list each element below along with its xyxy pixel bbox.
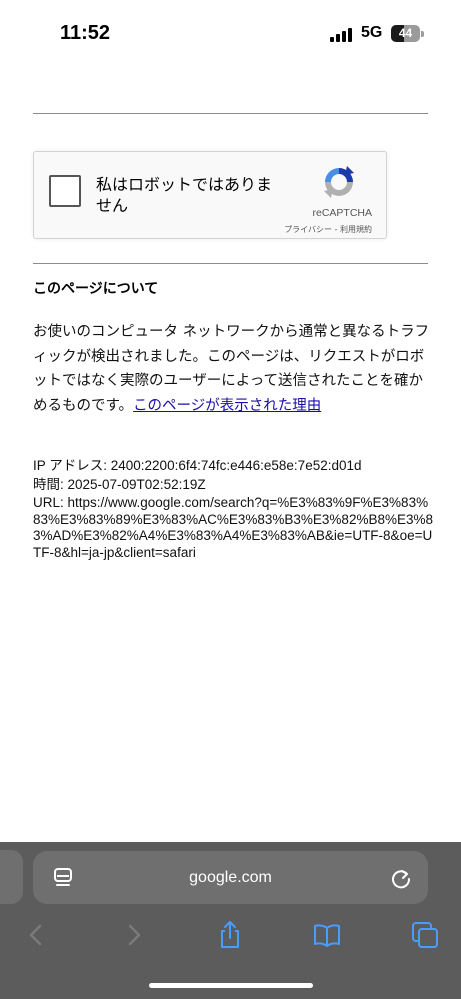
status-time: 11:52 (60, 22, 111, 44)
forward-icon[interactable] (118, 920, 148, 950)
divider-middle (33, 263, 428, 264)
reload-icon[interactable] (390, 867, 412, 889)
bookmarks-icon[interactable] (312, 920, 342, 950)
request-url: URL: https://www.google.com/search?q=%E3… (33, 495, 433, 560)
home-indicator[interactable] (149, 983, 313, 988)
address-bar[interactable]: google.com (33, 851, 428, 904)
about-body: お使いのコンピュータ ネットワークから通常と異なるトラフィックが検出されました。… (33, 320, 431, 418)
divider-top (33, 113, 428, 114)
request-time: 時間: 2025-07-09T02:52:19Z (33, 476, 206, 492)
address-text: google.com (189, 869, 272, 886)
request-info: IP アドレス: 2400:2200:6f4:74fc:e446:e58e:7e… (33, 458, 433, 563)
recaptcha-brand: reCAPTCHA (312, 207, 372, 219)
recaptcha-logo-icon (324, 166, 354, 198)
battery-tip (421, 31, 424, 37)
why-this-page-link[interactable]: このページが表示された理由 (133, 398, 321, 414)
previous-tab-preview[interactable] (0, 850, 23, 904)
back-icon[interactable] (22, 920, 52, 950)
recaptcha-checkbox-label: 私はロボットではありません (96, 175, 273, 215)
status-bar: 11:52 5G 44 (0, 0, 461, 70)
share-icon[interactable] (215, 920, 245, 950)
about-title: このページについて (33, 281, 159, 297)
recaptcha-links[interactable]: プライバシー - 利用規約 (284, 224, 372, 235)
ip-address: IP アドレス: 2400:2200:6f4:74fc:e446:e58e:7e… (33, 458, 362, 473)
recaptcha-widget: 私はロボットではありません reCAPTCHA プライバシー - 利用規約 (33, 151, 387, 239)
browser-toolbar: google.com (0, 842, 461, 999)
signal-icon (330, 28, 354, 42)
battery-icon: 44 (391, 25, 420, 42)
recaptcha-checkbox[interactable] (49, 175, 81, 207)
tabs-icon[interactable] (410, 920, 440, 950)
battery-level: 44 (398, 26, 413, 40)
network-type: 5G (361, 24, 383, 41)
